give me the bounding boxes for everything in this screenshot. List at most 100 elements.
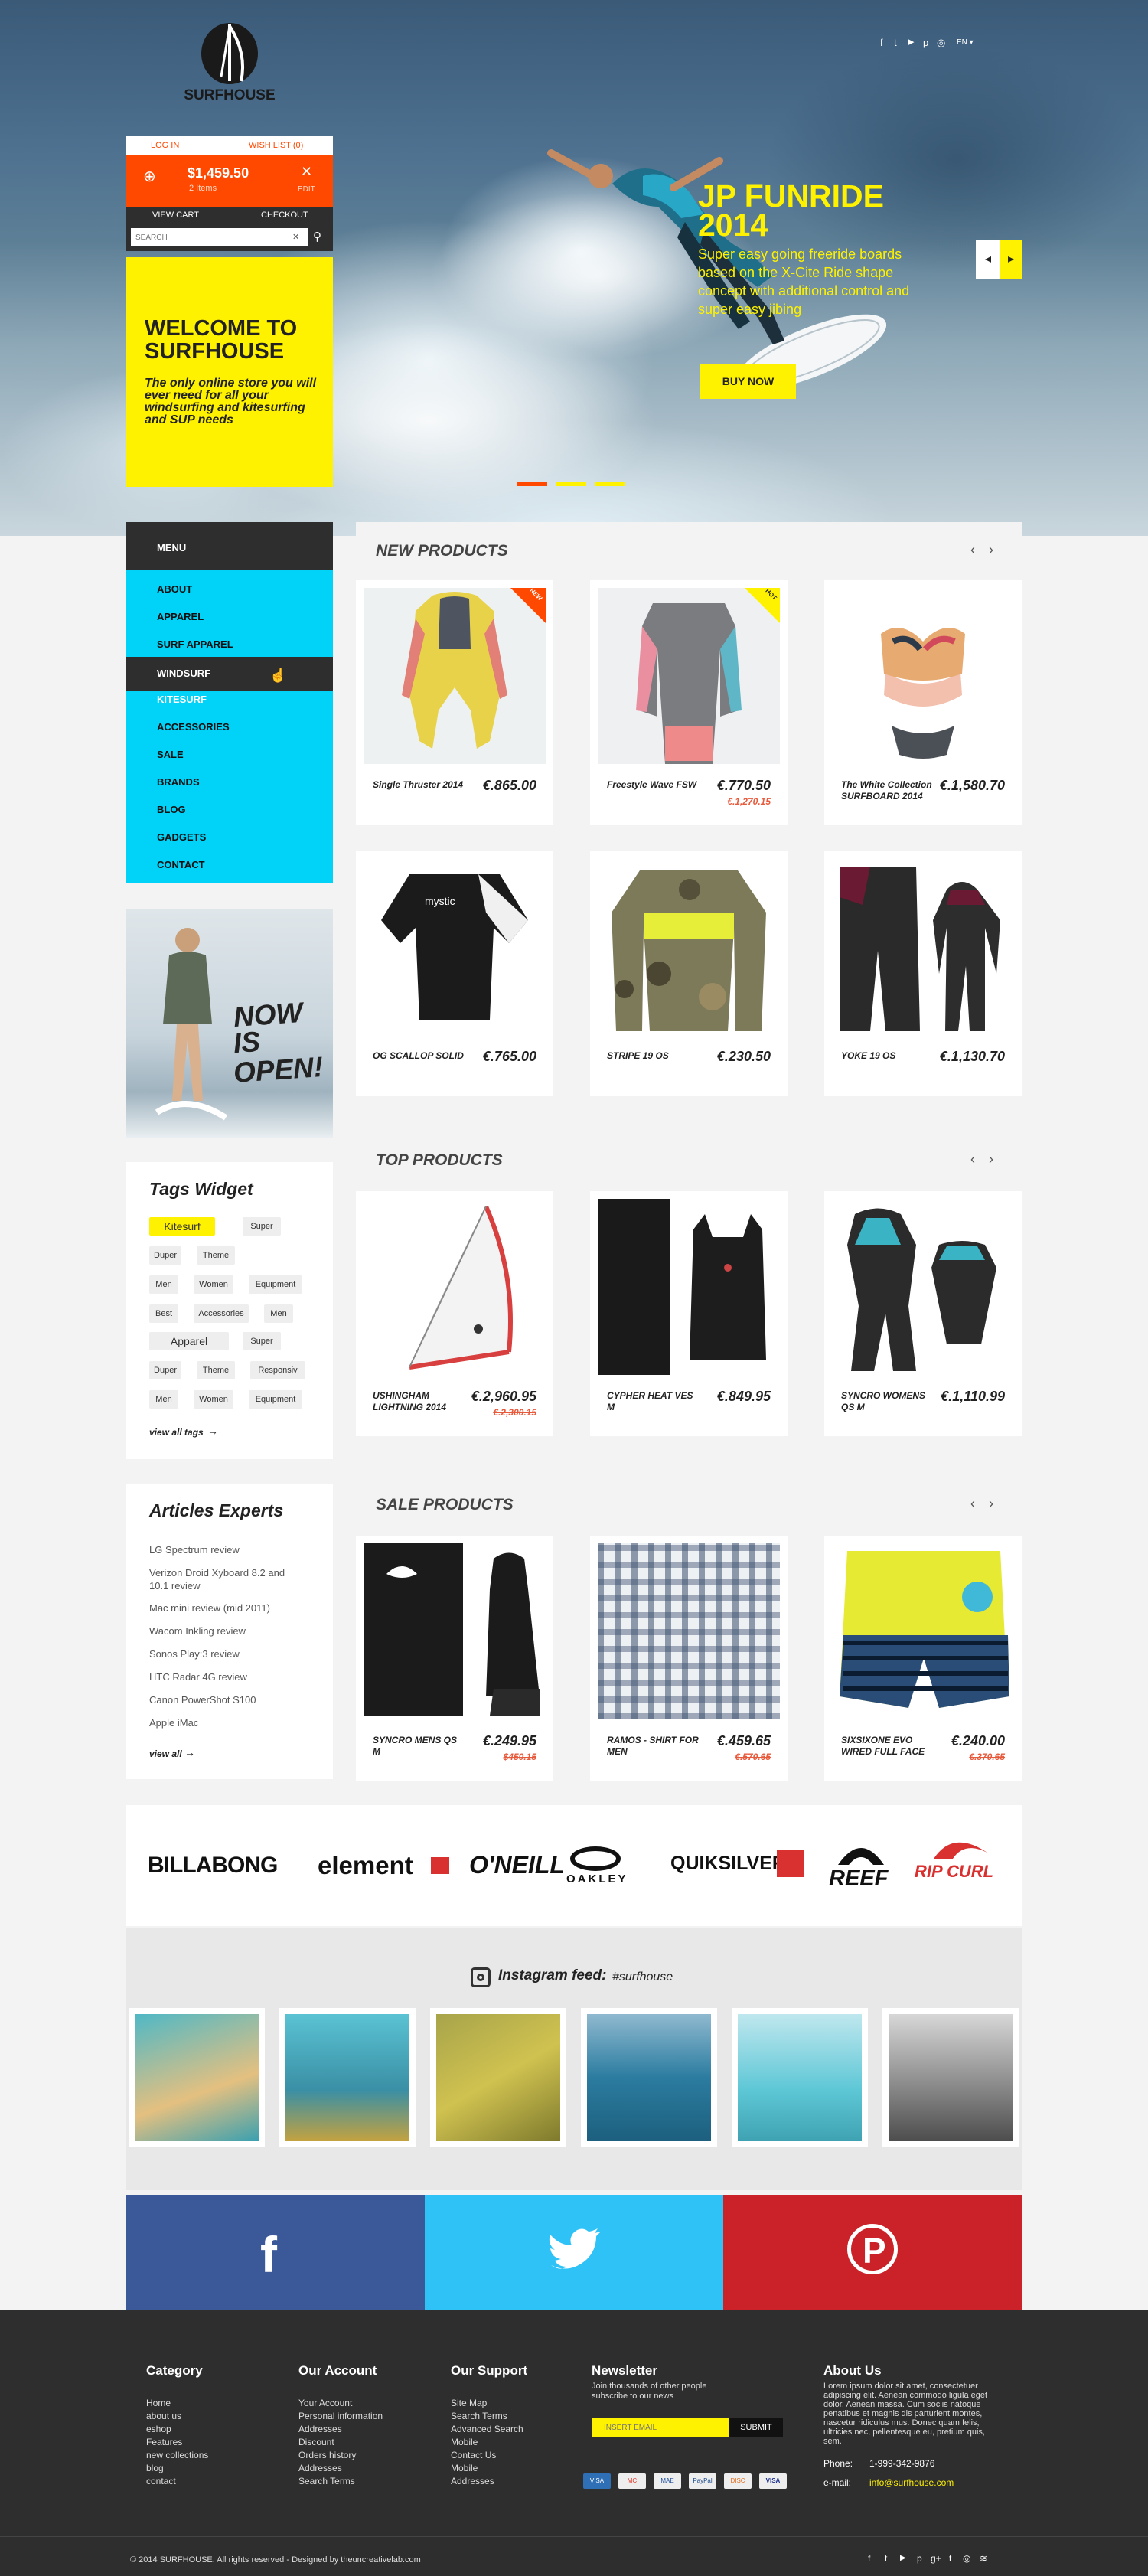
menu-item-surf-apparel[interactable]: SURF APPAREL (157, 638, 233, 650)
brand-logo-quiksilver[interactable]: QUIKSILVER (670, 1853, 786, 1875)
article-link[interactable]: LG Spectrum review (149, 1543, 310, 1556)
brand-logo-element[interactable]: element (318, 1851, 413, 1880)
youtube-icon[interactable]: ▶ (900, 2554, 906, 2562)
instagram-photo[interactable] (882, 2008, 1019, 2147)
article-link[interactable]: Wacom Inkling review (149, 1624, 310, 1637)
tag-women[interactable]: Women (194, 1275, 233, 1294)
pinterest-button[interactable]: P (723, 2195, 1022, 2310)
article-link[interactable]: Canon PowerShot S100 (149, 1693, 310, 1706)
brand-logo-ripcurl[interactable]: RIP CURL (915, 1862, 993, 1882)
instagram-icon[interactable]: ◎ (963, 2553, 970, 2564)
facebook-icon[interactable]: f (880, 37, 883, 48)
twitter-icon[interactable]: t (885, 2553, 887, 2564)
article-link[interactable]: Mac mini review (mid 2011) (149, 1601, 310, 1614)
facebook-button[interactable]: f (126, 2195, 425, 2310)
footer-link[interactable]: Addresses (298, 2462, 342, 2475)
article-link[interactable]: Apple iMac (149, 1716, 310, 1729)
newsletter-email-input[interactable] (592, 2418, 729, 2437)
brand-logo-billabong[interactable]: BILLABONG (148, 1853, 278, 1879)
close-icon[interactable]: ✕ (301, 164, 312, 180)
googleplus-icon[interactable]: g+ (931, 2553, 941, 2564)
instagram-photo[interactable] (129, 2008, 265, 2147)
chevron-left-icon[interactable]: ‹ (970, 542, 975, 558)
menu-item-sale[interactable]: SALE (157, 749, 184, 760)
menu-item-windsurf-active[interactable]: WINDSURF ☝ (126, 657, 333, 691)
menu-item-contact[interactable]: CONTACT (157, 859, 205, 870)
checkout-link[interactable]: CHECKOUT (261, 211, 308, 220)
cart-summary[interactable]: ⊕ $1,459.50 2 Items ✕ EDIT (126, 155, 333, 207)
tag-kitesurf[interactable]: Kitesurf (149, 1217, 215, 1236)
youtube-icon[interactable]: ▶ (908, 37, 914, 47)
search-input[interactable] (131, 228, 308, 246)
tag-best[interactable]: Best (149, 1304, 178, 1323)
cart-edit-link[interactable]: EDIT (298, 185, 315, 194)
footer-link[interactable]: Discount (298, 2436, 334, 2449)
chevron-left-icon[interactable]: ‹ (970, 1151, 975, 1167)
tag-responsiv[interactable]: Responsiv (250, 1361, 305, 1379)
menu-item-kitesurf[interactable]: KITESURF (157, 694, 207, 705)
footer-link[interactable]: Advanced Search (451, 2423, 523, 2436)
brand-logo-reef[interactable]: REEF (829, 1866, 888, 1892)
tag-super[interactable]: Super (243, 1217, 281, 1236)
slide-next-button[interactable]: ▸ (1000, 240, 1022, 279)
footer-link[interactable]: Orders history (298, 2449, 356, 2462)
footer-link[interactable]: Contact Us (451, 2449, 496, 2462)
tag-women-2[interactable]: Women (194, 1390, 233, 1409)
menu-item-brands[interactable]: BRANDS (157, 776, 200, 788)
menu-item-about[interactable]: ABOUT (157, 583, 192, 595)
article-link[interactable]: Verizon Droid Xyboard 8.2 and 10.1 revie… (149, 1566, 295, 1592)
twitter-button[interactable] (425, 2195, 723, 2310)
footer-link[interactable]: Mobile (451, 2462, 478, 2475)
product-card[interactable]: SYNCRO MENS QS M €.249.95 $450.15 (356, 1536, 553, 1781)
product-card[interactable]: SYNCRO WOMENS QS M €.1,110.99 (824, 1191, 1022, 1436)
view-all-articles-link[interactable]: view all (149, 1748, 182, 1759)
tag-apparel[interactable]: Apparel (149, 1332, 229, 1350)
footer-link[interactable]: Mobile (451, 2436, 478, 2449)
tag-super-2[interactable]: Super (243, 1332, 281, 1350)
slide-dot-2[interactable] (556, 482, 586, 486)
product-card[interactable]: CYPHER HEAT VES M €.849.95 (590, 1191, 788, 1436)
footer-link[interactable]: Your Account (298, 2397, 352, 2410)
instagram-photo[interactable] (732, 2008, 868, 2147)
login-link[interactable]: LOG IN (151, 141, 179, 150)
brand-logo-oneill[interactable]: O'NEILL (469, 1851, 565, 1879)
clear-icon[interactable]: ✕ (292, 232, 299, 242)
chevron-right-icon[interactable]: › (989, 1496, 993, 1512)
language-select[interactable]: EN ▾ (957, 38, 974, 47)
product-card[interactable]: YOKE 19 OS €.1,130.70 (824, 851, 1022, 1096)
footer-link[interactable]: Search Terms (451, 2410, 507, 2423)
twitter-icon[interactable]: t (894, 37, 897, 48)
menu-item-gadgets[interactable]: GADGETS (157, 831, 206, 843)
instagram-photo[interactable] (430, 2008, 566, 2147)
menu-item-windsurf[interactable]: WINDSURF (157, 668, 210, 679)
tag-men-2[interactable]: Men (264, 1304, 293, 1323)
tag-theme[interactable]: Theme (197, 1246, 235, 1265)
product-card[interactable]: SIXSIXONE EVO WIRED FULL FACE €.240.00 €… (824, 1536, 1022, 1781)
footer-link[interactable]: Personal information (298, 2410, 383, 2423)
tag-theme-2[interactable]: Theme (197, 1361, 235, 1379)
article-link[interactable]: Sonos Play:3 review (149, 1647, 310, 1660)
slide-prev-button[interactable]: ◂ (976, 240, 1000, 279)
pinterest-icon[interactable]: p (923, 37, 928, 48)
view-cart-link[interactable]: VIEW CART (152, 211, 199, 220)
email-link[interactable]: info@surfhouse.com (869, 2476, 954, 2489)
footer-link[interactable]: Features (146, 2436, 182, 2449)
chevron-right-icon[interactable]: › (989, 542, 993, 558)
menu-item-blog[interactable]: BLOG (157, 804, 186, 815)
footer-link[interactable]: Home (146, 2397, 171, 2410)
promo-banner[interactable]: NOW IS OPEN! (126, 909, 333, 1138)
product-card[interactable]: The White Collection SURFBOARD 2014 €.1,… (824, 580, 1022, 825)
tag-duper-2[interactable]: Duper (149, 1361, 181, 1379)
newsletter-submit-button[interactable]: SUBMIT (729, 2418, 783, 2437)
product-card[interactable]: mystic OG SCALLOP SOLID €.765.00 (356, 851, 553, 1096)
instagram-photo[interactable] (279, 2008, 416, 2147)
tag-duper[interactable]: Duper (149, 1246, 181, 1265)
brand-logo-oakley[interactable]: OAKLEY (566, 1872, 628, 1885)
product-card[interactable]: RAMOS - SHIRT FOR MEN €.459.65 €.570.65 (590, 1536, 788, 1781)
tag-men-3[interactable]: Men (149, 1390, 178, 1409)
product-card[interactable]: STRIPE 19 OS €.230.50 (590, 851, 788, 1096)
menu-item-apparel[interactable]: APPAREL (157, 611, 204, 622)
menu-item-accessories[interactable]: ACCESSORIES (157, 721, 230, 733)
logo[interactable]: SURFHOUSE (180, 15, 279, 107)
tag-equipment-2[interactable]: Equipment (249, 1390, 302, 1409)
